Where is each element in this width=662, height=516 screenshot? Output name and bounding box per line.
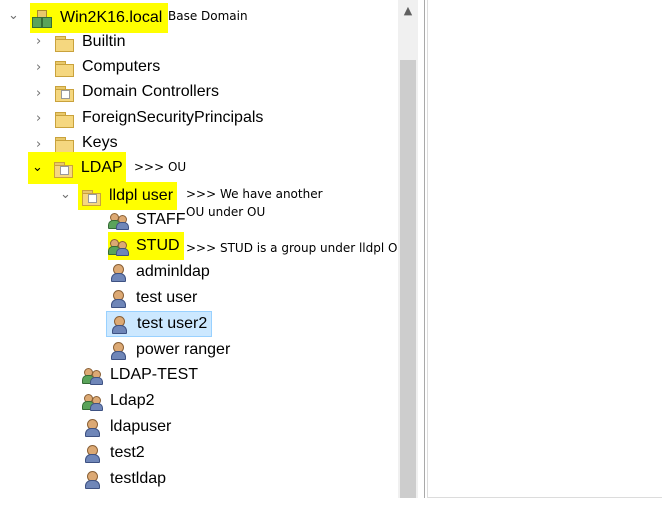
tree-item-test2[interactable]: test2: [82, 441, 147, 465]
tree-item-ldap[interactable]: ⌄ LDAP: [28, 152, 126, 184]
user-icon: [82, 470, 102, 489]
tree-item-testldap[interactable]: testldap: [82, 467, 168, 491]
tree-item-test-user[interactable]: test user: [108, 286, 199, 310]
collapse-chevron-icon[interactable]: ›: [36, 82, 41, 106]
tree-item-label: Ldap2: [110, 392, 155, 409]
tree-item-label: Win2K16.local: [60, 9, 163, 26]
annotation-note: Base Domain: [168, 9, 248, 23]
user-icon: [82, 444, 102, 463]
domain-icon: [32, 9, 52, 28]
ou-icon: [81, 187, 101, 206]
tree-item-label: STUD: [136, 237, 180, 254]
user-icon: [108, 263, 128, 282]
collapse-chevron-icon[interactable]: ›: [36, 30, 41, 54]
tree-item-label: LDAP: [80, 159, 123, 176]
tree-item-label: STAFF: [136, 211, 186, 228]
tree-item-label: adminldap: [136, 263, 210, 280]
group-icon: [82, 366, 103, 385]
tree-item-label: Domain Controllers: [82, 83, 219, 100]
tree-item-foreign-security-principals[interactable]: ForeignSecurityPrincipals: [54, 106, 265, 130]
tree-item-label: Builtin: [82, 33, 126, 50]
expand-chevron-icon[interactable]: ⌄: [32, 156, 43, 180]
tree-item-domain[interactable]: Win2K16.local: [30, 3, 169, 33]
tree-item-label: Computers: [82, 58, 161, 75]
tree-item-stud[interactable]: STUD: [108, 232, 184, 260]
ou-icon: [53, 159, 73, 178]
scrollbar-thumb[interactable]: [400, 60, 416, 498]
tree-item-computers[interactable]: Computers: [54, 55, 162, 79]
tree-item-label: Keys: [82, 134, 118, 151]
tree-item-ldap-test[interactable]: LDAP-TEST: [82, 363, 200, 387]
pane-border: [427, 497, 662, 498]
tree-item-power-ranger[interactable]: power ranger: [108, 338, 232, 362]
vertical-scrollbar[interactable]: ▲: [398, 0, 418, 498]
tree-item-ldapuser[interactable]: ldapuser: [82, 415, 173, 439]
group-icon: [108, 237, 129, 256]
expand-chevron-icon[interactable]: ⌄: [8, 4, 19, 28]
group-icon: [108, 211, 129, 230]
tree-item-test-user2[interactable]: test user2: [106, 311, 213, 337]
annotation-note: >>> We have another: [186, 187, 323, 201]
group-icon: [82, 392, 103, 411]
collapse-chevron-icon[interactable]: ›: [36, 107, 41, 131]
tree-item-lldpl-user[interactable]: lldpl user: [78, 182, 178, 210]
tree-pane: ⌄ Win2K16.local Base Domain › Builtin › …: [0, 0, 420, 498]
tree-item-builtin[interactable]: Builtin: [54, 30, 128, 54]
user-icon: [108, 341, 128, 360]
tree-item-label: LDAP-TEST: [110, 366, 199, 383]
user-icon: [82, 418, 102, 437]
tree-item-domain-controllers[interactable]: Domain Controllers: [54, 80, 221, 104]
user-icon: [108, 289, 128, 308]
folder-icon: [54, 109, 74, 128]
ou-icon: [54, 83, 74, 102]
tree-item-label: test2: [110, 444, 145, 461]
annotation-note: >>> STUD is a group under lldpl OU: [186, 241, 407, 255]
user-icon: [109, 315, 129, 334]
tree-item-adminldap[interactable]: adminldap: [108, 260, 212, 284]
folder-icon: [54, 33, 74, 52]
pane-divider[interactable]: [424, 0, 425, 498]
annotation-note: OU under OU: [186, 205, 266, 219]
pane-border: [427, 0, 428, 498]
annotation-note: >>> OU: [134, 160, 187, 174]
expand-chevron-icon[interactable]: ⌄: [60, 183, 71, 207]
tree-item-label: test user2: [137, 315, 208, 332]
tree-item-label: power ranger: [136, 341, 231, 358]
scroll-up-arrow-icon[interactable]: ▲: [401, 4, 415, 18]
tree-item-label: ForeignSecurityPrincipals: [82, 109, 264, 126]
tree-item-label: test user: [136, 289, 198, 306]
folder-icon: [54, 134, 74, 153]
tree-item-label: testldap: [110, 470, 167, 487]
tree-item-label: ldapuser: [110, 418, 172, 435]
tree-item-label: lldpl user: [109, 187, 174, 204]
tree-item-staff[interactable]: STAFF: [108, 208, 187, 232]
tree-item-ldap2[interactable]: Ldap2: [82, 389, 157, 413]
folder-icon: [54, 58, 74, 77]
collapse-chevron-icon[interactable]: ›: [36, 56, 41, 80]
